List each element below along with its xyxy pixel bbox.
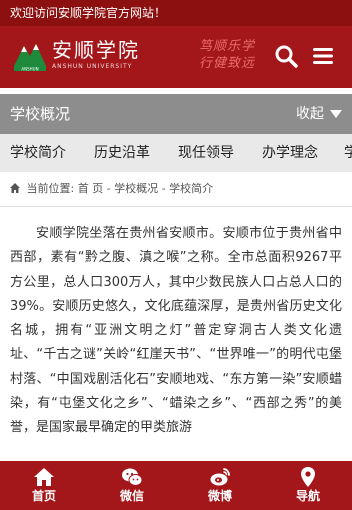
home-icon [10, 183, 20, 193]
site-header: ANSHUN 安顺学院 ANSHUN UNIVERSITY 笃顺乐学 行健致远 [0, 26, 352, 88]
section-title: 学校概况 [10, 105, 71, 123]
breadcrumb: 当前位置: 首 页 - 学校概况 - 学校简介 [10, 178, 342, 200]
hamburger-menu-icon[interactable] [310, 43, 336, 69]
subnav-item-intro[interactable]: 学校简介 [10, 134, 66, 172]
motto-line-2: 行健致远 [198, 56, 255, 71]
bottom-nav-weibo[interactable]: 微博 [176, 461, 264, 510]
bottom-nav-label: 导航 [295, 489, 320, 503]
bottom-nav-label: 微信 [119, 489, 144, 503]
logo-subtitle: ANSHUN UNIVERSITY [52, 63, 133, 70]
bottom-nav-label: 微博 [207, 489, 232, 503]
map-marker-icon [301, 467, 315, 487]
content-divider [0, 206, 352, 207]
welcome-bar: 欢迎访问安顺学院官方网站！ [0, 0, 352, 26]
bottom-nav: 首页 微信 微博 导航 [0, 461, 352, 510]
school-motto: 笃顺乐学 行健致远 [192, 38, 262, 72]
chevron-down-icon [330, 110, 342, 118]
bottom-nav-wechat[interactable]: 微信 [88, 461, 176, 510]
motto-line-1: 笃顺乐学 [198, 39, 255, 54]
bottom-nav-map[interactable]: 导航 [264, 461, 352, 510]
subnav-item-philosophy[interactable]: 办学理念 [262, 134, 318, 172]
collapse-label: 收起 [296, 106, 324, 122]
bottom-nav-label: 首页 [31, 489, 56, 503]
section-subnav: 学校简介 历史沿革 现任领导 办学理念 学 [0, 134, 352, 172]
section-header: 学校概况 收起 [0, 94, 352, 134]
logo-title: 安顺学院 [52, 38, 140, 62]
svg-text:ANSHUN: ANSHUN [21, 67, 38, 72]
article-body: 安顺学院坐落在贵州省安顺市。安顺市位于贵州省中西部，素有“黔之腹、滇之喉”之称。… [10, 226, 342, 436]
subnav-item-more[interactable]: 学 [344, 134, 352, 172]
wechat-icon [122, 468, 143, 486]
bottom-nav-home[interactable]: 首页 [0, 461, 88, 510]
welcome-text: 欢迎访问安顺学院官方网站！ [10, 6, 167, 20]
search-icon[interactable] [273, 43, 299, 69]
school-emblem-icon: ANSHUN [10, 38, 50, 74]
subnav-item-history[interactable]: 历史沿革 [94, 134, 150, 172]
collapse-button[interactable]: 收起 [296, 94, 342, 134]
breadcrumb-text: 当前位置: 首 页 - 学校概况 - 学校简介 [26, 182, 214, 195]
site-logo[interactable]: ANSHUN 安顺学院 ANSHUN UNIVERSITY [10, 38, 140, 78]
home-icon [34, 468, 54, 486]
subnav-item-leaders[interactable]: 现任领导 [178, 134, 234, 172]
weibo-icon [210, 468, 230, 486]
